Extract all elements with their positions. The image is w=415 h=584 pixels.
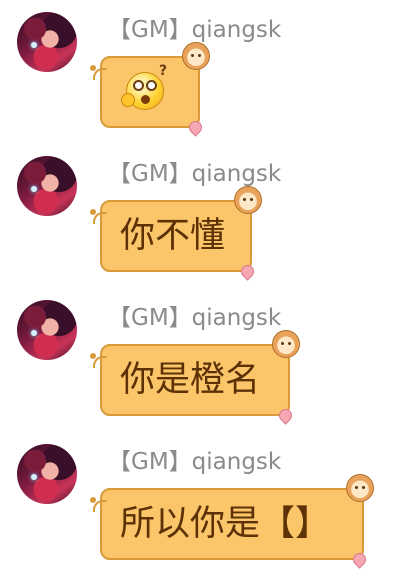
message-bubble[interactable]: 你是橙名 [90,330,300,425]
monkey-badge-icon [272,330,300,358]
bubble-tail [90,353,107,368]
message-bubble[interactable]: ? [90,42,210,137]
monkey-badge-icon [182,42,210,70]
bubble-tail [90,65,107,80]
chat-message: 【GM】qiangsk 你是橙名 [0,300,415,440]
sender-name: 【GM】qiangsk [108,17,282,43]
confused-face-emoji-icon: ? [121,63,167,110]
peach-icon [276,406,295,425]
message-text: 你是橙名 [120,360,261,400]
avatar[interactable] [17,444,77,504]
monkey-badge-icon [234,186,262,214]
bubble-tail [90,209,107,224]
sender-name: 【GM】qiangsk [108,449,282,475]
monkey-badge-icon [346,474,374,502]
chat-message: 【GM】qiangsk ? [0,12,415,152]
peach-icon [186,118,205,137]
peach-icon [350,550,369,569]
sender-name: 【GM】qiangsk [108,161,282,187]
chat-message: 【GM】qiangsk 所以你是【】 [0,444,415,584]
avatar[interactable] [17,12,77,72]
message-text: 你不懂 [120,216,226,256]
sender-name: 【GM】qiangsk [108,305,282,331]
bubble-tail [90,497,107,512]
message-text: 所以你是【】 [120,504,331,544]
avatar[interactable] [17,156,77,216]
message-bubble[interactable]: 所以你是【】 [90,474,374,569]
message-bubble[interactable]: 你不懂 [90,186,262,281]
chat-message: 【GM】qiangsk 你不懂 [0,156,415,296]
peach-icon [238,262,257,281]
avatar[interactable] [17,300,77,360]
